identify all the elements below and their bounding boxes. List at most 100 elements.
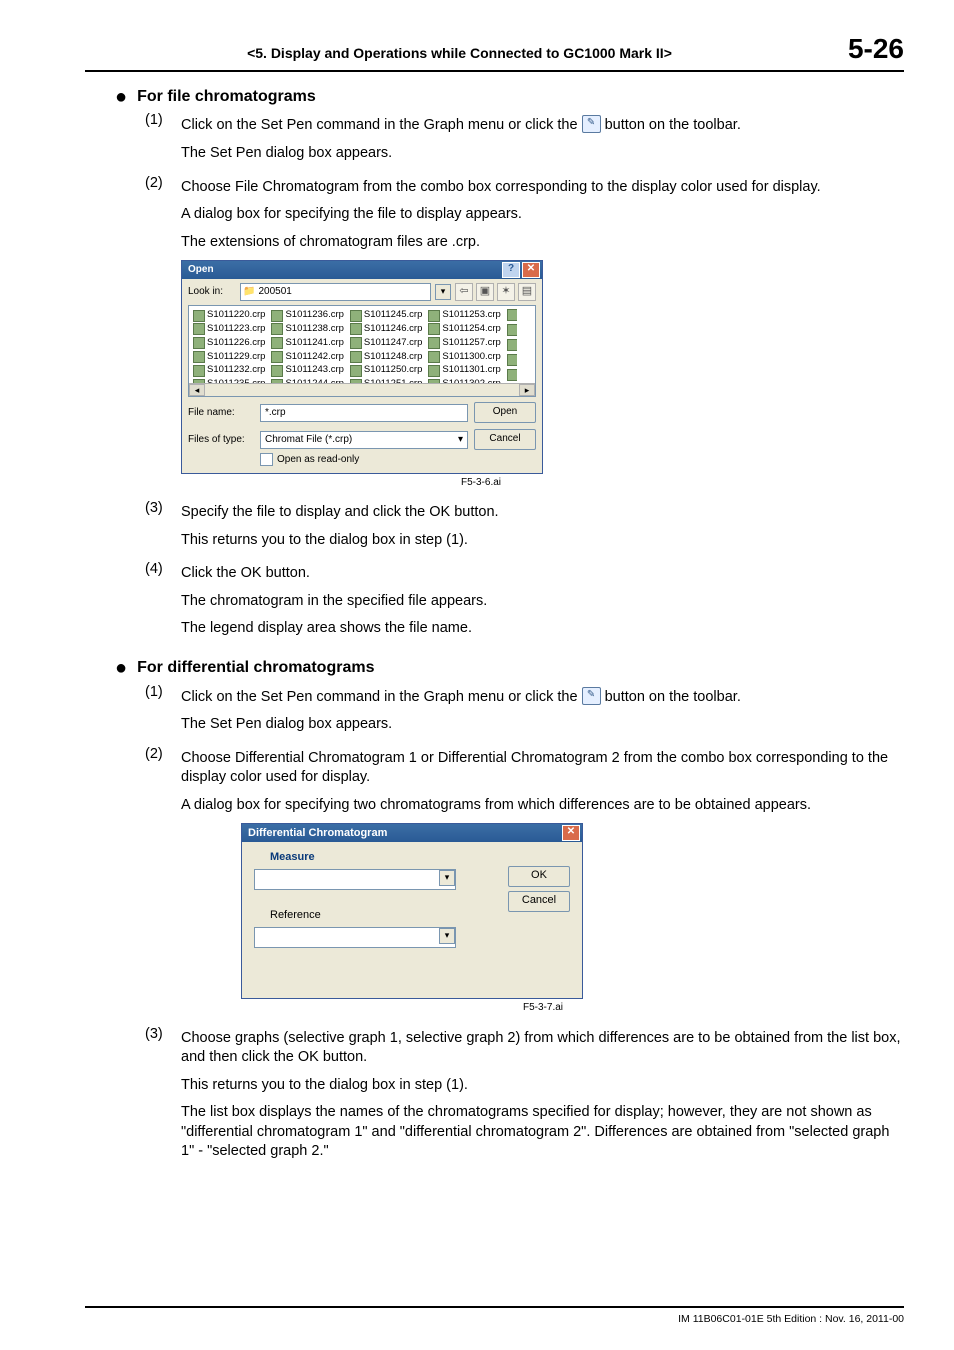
chevron-down-icon[interactable]: ▾	[458, 432, 463, 448]
chevron-down-icon[interactable]: ▾	[439, 870, 455, 886]
file-item[interactable]: S1011257.crp	[428, 337, 500, 350]
dialog-title: Open	[188, 263, 500, 277]
file-icon	[271, 351, 283, 363]
up-folder-icon[interactable]: ▣	[476, 283, 494, 301]
section2-heading: For differential chromatograms	[137, 657, 374, 679]
filetype-combo[interactable]: Chromat File (*.crp) ▾	[260, 431, 468, 449]
file-item[interactable]: S1011253.crp	[428, 309, 500, 322]
cancel-button[interactable]: Cancel	[474, 429, 536, 450]
file-name: S1011246.crp	[364, 323, 422, 336]
help-icon[interactable]: ?	[502, 262, 520, 278]
file-item[interactable]: S1011226.crp	[193, 337, 265, 350]
step-text: The extensions of chromatogram files are…	[181, 233, 904, 253]
file-item[interactable]: S1011229.crp	[193, 351, 265, 364]
filetype-label: Files of type:	[188, 433, 254, 447]
file-name: S1011241.crp	[285, 337, 343, 350]
file-name: S1011220.crp	[207, 309, 265, 322]
file-icon	[350, 351, 362, 363]
file-icon	[428, 323, 440, 335]
step-text: A dialog box for specifying the file to …	[181, 205, 904, 225]
differential-chromatogram-dialog: Differential Chromatogram ✕ Measure ▾ Re…	[241, 823, 583, 999]
file-icon	[428, 365, 440, 377]
file-item[interactable]: S1011243.crp	[271, 364, 343, 377]
cancel-button[interactable]: Cancel	[508, 891, 570, 912]
close-icon[interactable]: ✕	[522, 262, 540, 278]
file-icon	[271, 365, 283, 377]
step-text: A dialog box for specifying two chromato…	[181, 796, 904, 816]
file-item[interactable]: S1011236.crp	[271, 309, 343, 322]
file-item[interactable]: S1011246.crp	[350, 323, 422, 336]
file-name: S1011236.crp	[285, 309, 343, 322]
file-item[interactable]: S1011300.crp	[428, 351, 500, 364]
view-menu-icon[interactable]: ▤	[518, 283, 536, 301]
file-icon	[350, 365, 362, 377]
lookin-combo[interactable]: 📁 200501	[240, 283, 431, 301]
file-list-pane[interactable]: S1011220.crpS1011223.crpS1011226.crpS101…	[188, 305, 536, 397]
measure-combo[interactable]: ▾	[254, 869, 456, 890]
folder-icon: 📁	[243, 285, 255, 299]
file-name: S1011247.crp	[364, 337, 422, 350]
chevron-down-icon[interactable]: ▾	[439, 928, 455, 944]
bullet-icon: ●	[115, 658, 127, 678]
footer-ref: IM 11B06C01-01E 5th Edition : Nov. 16, 2…	[678, 1312, 904, 1326]
lookin-value: 200501	[258, 285, 291, 299]
figure-id: F5-3-6.ai	[461, 476, 904, 490]
file-icon	[507, 354, 517, 366]
scroll-right-icon[interactable]: ▸	[519, 384, 535, 396]
filetype-value: Chromat File (*.crp)	[265, 432, 458, 448]
file-item[interactable]: S1011220.crp	[193, 309, 265, 322]
file-item[interactable]: S1011242.crp	[271, 351, 343, 364]
file-item[interactable]: S1011250.crp	[350, 364, 422, 377]
file-icon	[428, 351, 440, 363]
step-text: Choose graphs (selective graph 1, select…	[181, 1029, 904, 1068]
file-name: S1011248.crp	[364, 351, 422, 364]
file-icon	[271, 337, 283, 349]
file-item[interactable]: S1011248.crp	[350, 351, 422, 364]
page-number: 5-26	[848, 30, 904, 68]
file-icon	[271, 310, 283, 322]
step-number: (1)	[145, 111, 181, 171]
ok-button[interactable]: OK	[508, 866, 570, 887]
file-icon	[350, 323, 362, 335]
file-item[interactable]: S1011232.crp	[193, 364, 265, 377]
open-file-dialog: Open ? ✕ Look in: 📁 200501 ▾ ⇦ ▣	[181, 260, 543, 474]
chevron-down-icon[interactable]: ▾	[435, 284, 451, 300]
step-text: This returns you to the dialog box in st…	[181, 531, 904, 551]
file-icon	[507, 309, 517, 321]
readonly-label: Open as read-only	[277, 453, 359, 467]
file-name: S1011242.crp	[285, 351, 343, 364]
step-text: Specify the file to display and click th…	[181, 503, 904, 523]
new-folder-icon[interactable]: ✶	[497, 283, 515, 301]
close-icon[interactable]: ✕	[562, 825, 580, 841]
step-text: button on the toolbar.	[605, 117, 741, 133]
file-name: S1011229.crp	[207, 351, 265, 364]
file-name: S1011253.crp	[442, 309, 500, 322]
back-icon[interactable]: ⇦	[455, 283, 473, 301]
file-item[interactable]: S1011238.crp	[271, 323, 343, 336]
file-item[interactable]: S1011223.crp	[193, 323, 265, 336]
filename-input[interactable]: *.crp	[260, 404, 468, 422]
file-item[interactable]: S1011247.crp	[350, 337, 422, 350]
step-text: button on the toolbar.	[605, 689, 741, 705]
reference-combo[interactable]: ▾	[254, 927, 456, 948]
set-pen-toolbar-icon: ✎	[582, 115, 601, 133]
measure-label: Measure	[270, 850, 496, 865]
step-number: (1)	[145, 683, 181, 743]
step-text: Choose Differential Chromatogram 1 or Di…	[181, 749, 904, 788]
horizontal-scrollbar[interactable]: ◂ ▸	[189, 383, 535, 396]
file-item[interactable]: S1011241.crp	[271, 337, 343, 350]
bullet-icon: ●	[115, 87, 127, 107]
scroll-left-icon[interactable]: ◂	[189, 384, 205, 396]
file-name: S1011232.crp	[207, 364, 265, 377]
file-item[interactable]: S1011301.crp	[428, 364, 500, 377]
file-item[interactable]: S1011245.crp	[350, 309, 422, 322]
open-button[interactable]: Open	[474, 402, 536, 423]
file-item[interactable]: S1011254.crp	[428, 323, 500, 336]
step-number: (3)	[145, 1025, 181, 1170]
file-icon	[507, 369, 517, 381]
reference-label: Reference	[270, 908, 496, 923]
filename-label: File name:	[188, 406, 254, 420]
readonly-checkbox[interactable]	[260, 453, 273, 466]
file-name: S1011245.crp	[364, 309, 422, 322]
file-icon	[193, 337, 205, 349]
